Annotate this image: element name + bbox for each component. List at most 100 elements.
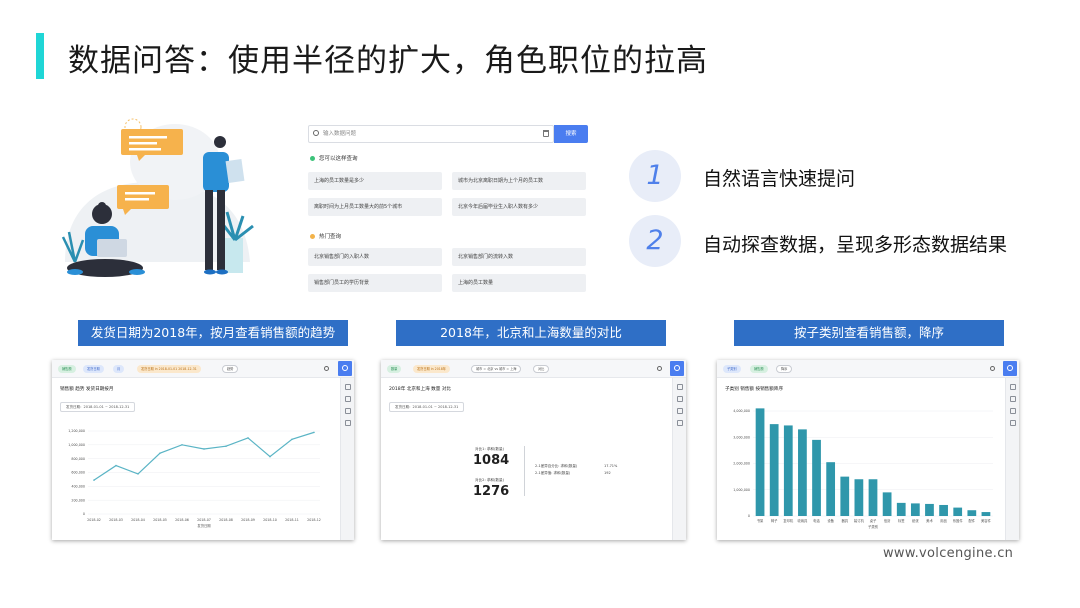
x-axis-label: 发货日期 <box>197 523 211 528</box>
y-tick-label: 3,000,000 <box>733 435 750 439</box>
table-icon[interactable] <box>345 396 351 402</box>
ranking-result-card: 子类别 销售额 降序 子类别 销售额 按销售额降序 0 1,000,000 2,00… <box>717 360 1019 540</box>
card-search-button[interactable] <box>338 361 352 376</box>
bar <box>981 512 991 516</box>
y-tick-label: 0 <box>748 514 750 518</box>
table-icon[interactable] <box>677 396 683 402</box>
trend-result-card: 销售额 发货日期 月 发货日期 in 2018-01-01 2018-12-31… <box>52 360 354 540</box>
x-tick-label: 复印机 <box>783 518 794 523</box>
bar <box>826 462 836 516</box>
download-icon[interactable] <box>345 408 351 414</box>
feature-number-2: 2 <box>629 215 681 267</box>
compare-result-card: 数量 发货日期 in 2018年 城市 = 北京 vs 城市 = 上海 对比 2… <box>381 360 686 540</box>
y-tick-label: 1,000,000 <box>733 488 750 492</box>
data-point <box>137 473 139 475</box>
x-tick-label: 标签 <box>898 518 905 523</box>
bar <box>939 504 948 516</box>
bar-chart-icon[interactable] <box>1010 384 1016 390</box>
pin-icon[interactable] <box>1010 420 1016 426</box>
y-tick-label: 1,000,000 <box>68 443 85 447</box>
bar <box>783 425 793 516</box>
compare-diff-label: 2-1差异值: 求和(数量) <box>535 471 571 475</box>
download-icon[interactable] <box>1010 408 1016 414</box>
query-tag[interactable]: 对比 <box>533 365 550 373</box>
title-accent-bar <box>36 33 44 79</box>
data-point <box>247 437 249 439</box>
pin-icon[interactable] <box>345 420 351 426</box>
bar <box>882 492 892 516</box>
query-tag[interactable]: 发货日期 in 2018年 <box>413 365 450 373</box>
suggestion-chip[interactable]: 城市为北京离职日期为上个月的员工数 <box>452 172 586 190</box>
hot-query-chip[interactable]: 北京销售部门的入职人数 <box>308 248 442 266</box>
chart-type-rail <box>1005 378 1019 540</box>
bar <box>953 507 963 516</box>
metric-label-2: 对比2: 求和(数量) <box>475 478 505 482</box>
hot-query-chip[interactable]: 销售部门员工的学历背景 <box>308 274 442 292</box>
chart-type-rail <box>672 378 686 540</box>
query-tag[interactable]: 城市 = 北京 vs 城市 = 上海 <box>471 365 522 373</box>
download-icon[interactable] <box>677 408 683 414</box>
bar <box>769 424 779 516</box>
series-line <box>93 431 315 481</box>
bar-chart-icon[interactable] <box>345 384 351 390</box>
x-tick-label: 系固件 <box>953 518 964 523</box>
search-button[interactable]: 搜索 <box>554 125 588 143</box>
hot-query-chip[interactable]: 北京销售部门的流转入数 <box>452 248 586 266</box>
suggest-section-title: 您可以这样查询 <box>310 154 358 162</box>
gear-icon[interactable] <box>657 366 662 371</box>
bar <box>896 502 906 516</box>
card-search-button[interactable] <box>670 361 684 376</box>
data-qa-panel: 输入数据问题 搜索 您可以这样查询 上海的员工数量是多少 城市为北京离职日期为上… <box>302 118 594 298</box>
suggestion-chip[interactable]: 上海的员工数量是多少 <box>308 172 442 190</box>
x-tick-label: 椅子 <box>771 518 778 523</box>
x-tick-label: 书架 <box>757 518 764 523</box>
trash-icon[interactable] <box>543 130 549 137</box>
x-tick-label: 2018-02 <box>87 518 101 522</box>
pin-icon[interactable] <box>677 420 683 426</box>
query-tag[interactable]: 数量 <box>387 365 402 373</box>
bar-chart: 0 1,000,000 2,000,000 3,000,000 4,000,000 书架 椅… <box>733 408 993 529</box>
bar-chart-icon[interactable] <box>677 384 683 390</box>
bar <box>854 479 864 516</box>
page-title: 数据问答：使用半径的扩大，角色职位的拉高 <box>68 43 708 79</box>
table-icon[interactable] <box>1010 396 1016 402</box>
bar <box>868 479 878 516</box>
search-input[interactable]: 输入数据问题 <box>308 125 554 143</box>
card-search-button[interactable] <box>1003 361 1017 376</box>
date-range-filter[interactable]: 发货日期：2018-01-01 ~ 2018-12-31 <box>389 402 465 412</box>
caption-trend: 发货日期为2018年，按月查看销售额的趋势 <box>78 320 348 346</box>
x-tick-label: 纸张 <box>912 518 919 523</box>
bar <box>967 510 977 516</box>
x-tick-label: 信封 <box>884 518 891 523</box>
metric-divider <box>524 446 525 496</box>
x-tick-label: 收纳具 <box>797 518 808 523</box>
data-point <box>291 438 293 441</box>
x-tick-label: 电话 <box>813 518 820 523</box>
compare-diff-value: 192 <box>604 471 611 475</box>
feature-text-1: 自然语言快速提问 <box>703 168 856 190</box>
y-tick-label: 1,200,000 <box>68 429 85 433</box>
bar <box>910 503 920 516</box>
x-tick-label: 桌子 <box>870 518 877 523</box>
x-tick-label: 设备 <box>827 518 834 523</box>
y-tick-label: 600,000 <box>71 471 85 475</box>
x-tick-label: 2018-09 <box>241 518 255 522</box>
search-icon <box>313 130 319 136</box>
hot-section-title: 热门查询 <box>310 232 341 240</box>
hot-query-chip[interactable]: 上海的员工数量 <box>452 274 586 292</box>
suggestion-chip[interactable]: 离职时间为上月员工数量大的前5个城市 <box>308 198 442 216</box>
data-point <box>159 452 161 454</box>
line-chart: 0 200,000 400,000 600,000 800,000 1,000,000 1,… <box>68 429 321 528</box>
x-tick-label: 2018-07 <box>197 518 211 522</box>
data-point <box>181 444 183 446</box>
suggestion-chip[interactable]: 北京今年后届毕业生入职人数有多少 <box>452 198 586 216</box>
y-tick-label: 800,000 <box>71 457 85 461</box>
y-tick-label: 200,000 <box>71 498 85 502</box>
feature-text-2: 自动探查数据，呈现多形态数据结果 <box>703 234 1008 256</box>
x-tick-label: 用品 <box>940 519 947 523</box>
search-placeholder: 输入数据问题 <box>323 131 357 137</box>
x-tick-label: 配件 <box>969 518 976 523</box>
x-tick-label: 2018-10 <box>263 518 277 522</box>
footer-url: www.volcengine.cn <box>883 546 1014 561</box>
x-tick-label: 装订机 <box>854 518 865 523</box>
